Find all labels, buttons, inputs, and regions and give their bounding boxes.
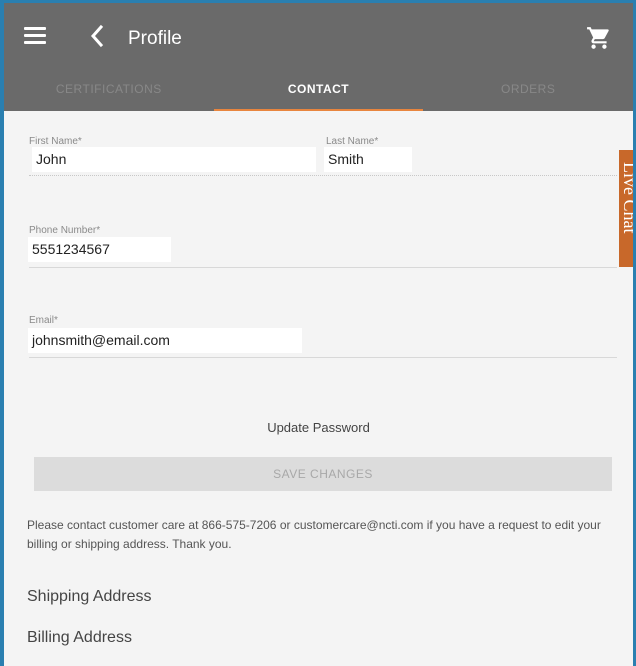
page-title: Profile [128,28,182,49]
name-row-divider [29,175,617,176]
tab-contact[interactable]: CONTACT [213,78,424,111]
profile-tabs: CERTIFICATIONS CONTACT ORDERS [4,78,633,111]
first-name-label: First Name* [29,136,82,147]
live-chat-button[interactable]: Live Chat [619,150,636,267]
top-app-bar: Profile CERTIFICATIONS CONTACT ORDERS [4,3,633,111]
live-chat-label: Live Chat [620,162,636,234]
phone-field[interactable]: 5551234567 [28,237,171,262]
customer-care-notice: Please contact customer care at 866-575-… [27,518,601,551]
update-password-link[interactable]: Update Password [4,420,633,435]
app-frame: Profile CERTIFICATIONS CONTACT ORDERS Fi… [0,0,636,666]
phone-label: Phone Number* [29,225,101,236]
contact-form: First Name* John Last Name* Smith Phone … [4,111,633,666]
shopping-cart-icon[interactable] [586,25,612,51]
last-name-field[interactable]: Smith [324,147,412,172]
last-name-label: Last Name* [326,136,379,147]
tab-certifications[interactable]: CERTIFICATIONS [4,78,214,111]
email-field[interactable]: johnsmith@email.com [28,328,302,353]
hamburger-menu-icon[interactable] [24,27,46,45]
email-divider [29,357,617,358]
email-label: Email* [29,315,58,326]
billing-address-heading[interactable]: Billing Address [27,629,132,647]
save-changes-button[interactable]: SAVE CHANGES [34,457,612,491]
tab-orders[interactable]: ORDERS [423,78,633,111]
shipping-address-heading[interactable]: Shipping Address [27,588,152,606]
chevron-left-icon[interactable] [87,23,107,49]
first-name-field[interactable]: John [32,147,316,172]
phone-divider [29,267,617,268]
